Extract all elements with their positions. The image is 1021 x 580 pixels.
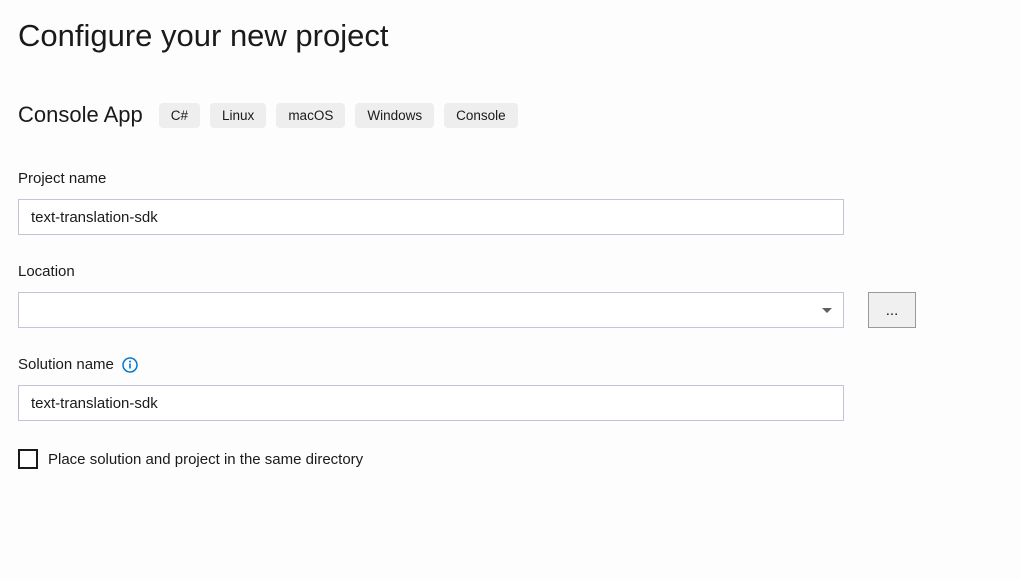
tag-windows: Windows [355, 103, 434, 128]
browse-button[interactable]: ... [868, 292, 916, 328]
same-directory-label[interactable]: Place solution and project in the same d… [48, 451, 363, 468]
project-name-label: Project name [18, 170, 1003, 187]
tag-macos: macOS [276, 103, 345, 128]
tag-linux: Linux [210, 103, 266, 128]
page-title: Configure your new project [18, 18, 1003, 54]
solution-name-group: Solution name [18, 356, 1003, 421]
location-input[interactable] [18, 292, 844, 328]
tag-console: Console [444, 103, 518, 128]
solution-name-input[interactable] [18, 385, 844, 421]
same-directory-row: Place solution and project in the same d… [18, 449, 1003, 469]
location-combo[interactable] [18, 292, 844, 328]
project-name-group: Project name [18, 170, 1003, 235]
tag-csharp: C# [159, 103, 200, 128]
info-icon[interactable] [122, 357, 138, 373]
same-directory-checkbox[interactable] [18, 449, 38, 469]
location-group: Location ... [18, 263, 1003, 328]
location-row: ... [18, 292, 1003, 328]
project-name-input[interactable] [18, 199, 844, 235]
template-name: Console App [18, 102, 143, 128]
solution-name-label: Solution name [18, 356, 114, 373]
template-tags: C# Linux macOS Windows Console [159, 103, 518, 128]
template-header-row: Console App C# Linux macOS Windows Conso… [18, 102, 1003, 128]
location-label: Location [18, 263, 1003, 280]
